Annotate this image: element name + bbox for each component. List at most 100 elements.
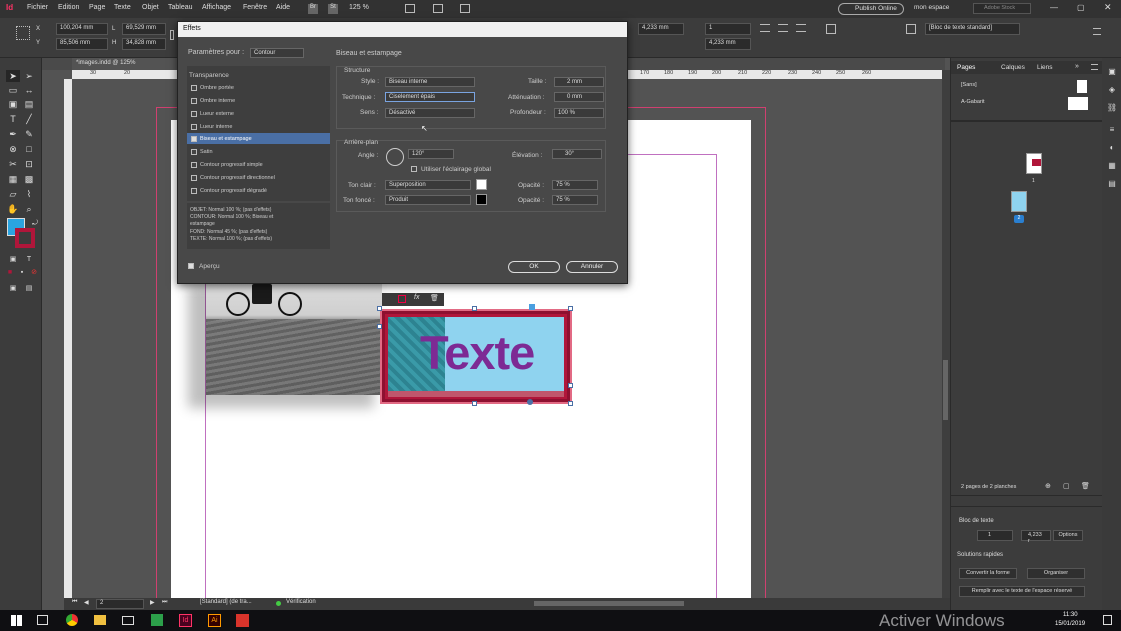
menu-tableau[interactable]: Tableau — [168, 4, 193, 11]
hand-tool-icon[interactable]: ✋ — [6, 203, 20, 215]
master-select[interactable]: [Standard] (de tra... — [200, 599, 252, 605]
explorer-icon[interactable] — [94, 615, 106, 625]
pages-panel-icon[interactable]: ▣ — [1105, 66, 1119, 78]
selection-handle[interactable] — [568, 401, 573, 406]
menu-objet[interactable]: Objet — [142, 4, 159, 11]
swatches-panel-icon[interactable]: ▦ — [1105, 160, 1119, 172]
preview-view-icon[interactable]: ▤ — [22, 283, 36, 295]
angle-dial[interactable] — [386, 148, 404, 166]
pen-tool-icon[interactable]: ✒ — [6, 128, 20, 140]
minimize-icon[interactable]: — — [1050, 3, 1058, 12]
formatting-text-icon[interactable]: T — [22, 254, 36, 266]
global-light-label[interactable]: Utiliser l'éclairage global — [421, 166, 491, 173]
shadow-color-swatch[interactable] — [476, 194, 487, 205]
apply-none-icon[interactable]: ⊘ — [27, 267, 41, 279]
lueur-externe-checkbox[interactable] — [191, 111, 197, 117]
view-options-icon[interactable] — [405, 4, 415, 13]
menu-aide[interactable]: Aide — [276, 4, 290, 11]
task-view-icon[interactable] — [37, 615, 48, 625]
menu-page[interactable]: Page — [89, 4, 105, 11]
mail-icon[interactable] — [122, 616, 134, 625]
constrain-link-icon[interactable] — [170, 30, 174, 40]
line-tool-icon[interactable]: ╱ — [22, 113, 36, 125]
delete-icon[interactable]: 🗑 — [430, 294, 439, 302]
selection-handle[interactable] — [472, 306, 477, 311]
style-select[interactable]: Biseau interne — [385, 77, 475, 87]
none-master-thumb[interactable] — [1077, 80, 1087, 93]
page-thumb-2[interactable] — [1011, 191, 1027, 212]
direct-selection-tool-icon[interactable]: ➢ — [22, 70, 36, 82]
stroke-swatch[interactable] — [15, 228, 35, 248]
document-tab[interactable]: *images.indd @ 125% — [72, 58, 182, 70]
ombre-portee-checkbox[interactable] — [191, 85, 197, 91]
settings-for-select[interactable]: Contour — [250, 48, 304, 58]
autofit-icon[interactable] — [826, 24, 836, 34]
normal-view-icon[interactable]: ▣ — [6, 283, 20, 295]
canvas-text[interactable]: Texte — [420, 325, 550, 385]
content-placer-icon[interactable]: ▤ — [22, 98, 36, 110]
w-field[interactable]: 69,529 mm — [122, 23, 166, 35]
contour-directionnel-checkbox[interactable] — [191, 175, 197, 181]
horizontal-scroll-thumb[interactable] — [534, 601, 684, 606]
cancel-button[interactable]: Annuler — [566, 261, 618, 273]
layers-panel-icon[interactable]: ◈ — [1105, 84, 1119, 96]
effect-satin[interactable]: Satin — [200, 149, 213, 155]
in-port[interactable] — [529, 304, 535, 310]
preview-label[interactable]: Aperçu — [199, 263, 220, 270]
windows-start-icon[interactable] — [11, 615, 22, 626]
content-collector-icon[interactable]: ▣ — [6, 98, 20, 110]
preflight-status[interactable]: Vérification — [286, 599, 316, 605]
next-page-icon[interactable]: ▶ — [150, 599, 155, 606]
edit-page-size-icon[interactable]: ⊕ — [1045, 482, 1051, 490]
convert-shape-button[interactable]: Convertir la forme — [959, 568, 1017, 579]
menu-fichier[interactable]: Fichier — [27, 4, 48, 11]
none-master[interactable]: [Sans] — [961, 82, 977, 88]
altitude-field[interactable]: 30° — [552, 149, 602, 159]
frame-color-icon[interactable] — [398, 295, 406, 303]
selection-handle[interactable] — [472, 401, 477, 406]
global-light-checkbox[interactable] — [411, 166, 417, 172]
preview-checkbox[interactable] — [188, 263, 194, 269]
ellipse-frame-tool-icon[interactable]: ⊗ — [6, 143, 20, 155]
direction-select[interactable]: Désactivé — [385, 108, 475, 118]
tab-liens[interactable]: Liens — [1037, 64, 1053, 71]
ombre-interne-checkbox[interactable] — [191, 98, 197, 104]
align-right-icon[interactable] — [796, 24, 806, 32]
stock-search-input[interactable]: Adobe Stock — [973, 3, 1031, 14]
biseau-checkbox[interactable] — [191, 136, 197, 142]
technique-select[interactable]: Ciselement épais — [385, 92, 475, 102]
gap-tool-icon[interactable]: ↔ — [22, 84, 36, 96]
formatting-container-icon[interactable]: ▣ — [6, 254, 20, 266]
notifications-icon[interactable] — [1103, 615, 1112, 625]
reference-point-icon[interactable] — [16, 26, 30, 40]
columns-stepper[interactable]: 1 — [977, 530, 1013, 541]
effect-biseau[interactable]: Biseau et estampage — [200, 136, 252, 142]
eyedropper-tool-icon[interactable]: ⌇ — [22, 188, 36, 200]
links-panel-icon[interactable]: ⛓ — [1105, 102, 1119, 114]
publish-online-button[interactable]: Publish Online — [838, 3, 904, 15]
contour-degrade-checkbox[interactable] — [191, 188, 197, 194]
color-panel-icon[interactable]: ◐ — [1105, 142, 1119, 154]
panel-menu-icon[interactable] — [1093, 28, 1101, 35]
arrange-docs-icon[interactable] — [460, 4, 470, 13]
soften-field[interactable]: 0 mm — [554, 92, 604, 102]
size-field[interactable]: 2 mm — [554, 77, 604, 87]
highlight-mode-select[interactable]: Superposition — [385, 180, 471, 190]
new-page-icon[interactable]: ▢ — [1063, 482, 1070, 490]
selection-handle[interactable] — [377, 324, 382, 329]
page-number-field[interactable]: 2 — [96, 599, 144, 609]
organize-button[interactable]: Organiser — [1027, 568, 1085, 579]
menu-affichage[interactable]: Affichage — [202, 4, 231, 11]
stock-icon[interactable]: St — [328, 4, 338, 14]
fill-placeholder-button[interactable]: Remplir avec le texte de l'espace réserv… — [959, 586, 1085, 597]
menu-fenetre[interactable]: Fenêtre — [243, 4, 267, 11]
effect-ombre-interne[interactable]: Ombre interne — [200, 98, 235, 104]
gutter-stepper[interactable]: 4,233 r — [1021, 530, 1051, 544]
green-app-icon[interactable] — [151, 614, 163, 626]
gradient-feather-icon[interactable]: ▩ — [22, 173, 36, 185]
selection-handle[interactable] — [568, 306, 573, 311]
x-field[interactable]: 100,204 mm — [56, 23, 108, 35]
selection-tool-icon[interactable]: ➤ — [6, 70, 20, 82]
align-center-icon[interactable] — [778, 24, 788, 32]
effect-contour-degrade[interactable]: Contour progressif dégradé — [200, 188, 267, 194]
